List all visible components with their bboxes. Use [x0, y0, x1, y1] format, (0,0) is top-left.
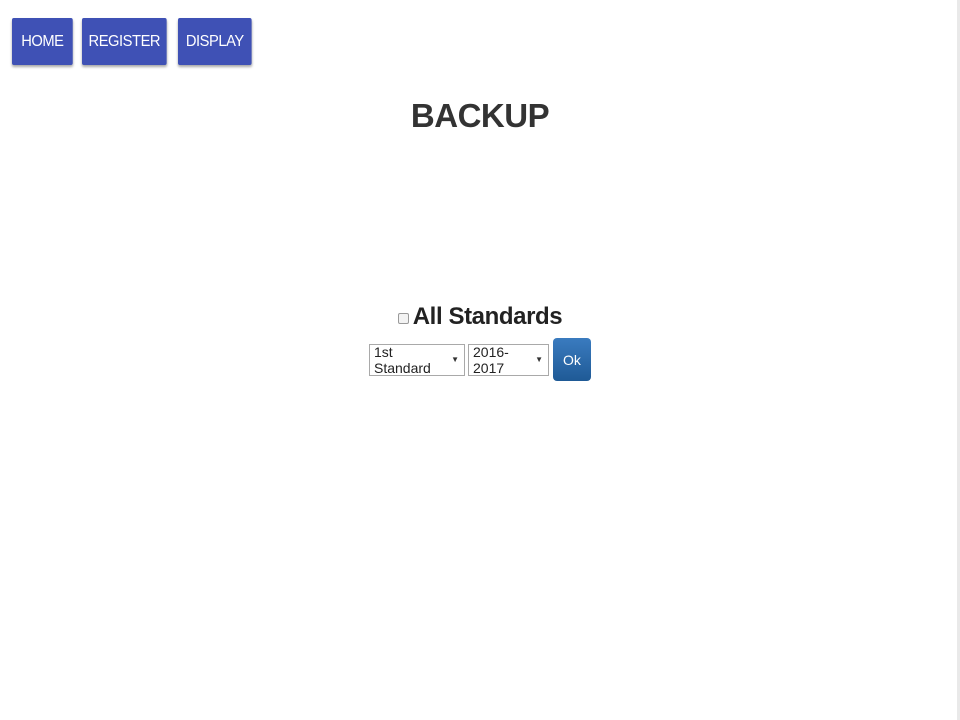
page: HOME REGISTER DISPLAY BACKUP All Standar…: [0, 0, 960, 720]
page-title: BACKUP: [410, 97, 550, 134]
chevron-down-icon: ▼: [535, 355, 543, 364]
all-standards-checkbox[interactable]: [397, 313, 409, 324]
backup-controls: 1st Standard ▼ 2016-2017 ▼ Ok: [0, 338, 960, 381]
standard-select[interactable]: 1st Standard ▼: [369, 343, 465, 376]
ok-button[interactable]: Ok: [553, 338, 591, 381]
chevron-down-icon: ▼: [451, 355, 459, 364]
all-standards-label: All Standards: [412, 303, 563, 330]
year-select-value: 2016-2017: [473, 343, 509, 376]
home-button[interactable]: HOME: [12, 18, 73, 65]
standard-select-value: 1st Standard: [374, 343, 431, 376]
display-button[interactable]: DISPLAY: [178, 18, 252, 65]
top-nav: HOME REGISTER DISPLAY: [12, 18, 258, 65]
all-standards-row: All Standards: [0, 303, 960, 331]
year-select[interactable]: 2016-2017 ▼: [468, 343, 549, 376]
register-button[interactable]: REGISTER: [82, 18, 167, 65]
